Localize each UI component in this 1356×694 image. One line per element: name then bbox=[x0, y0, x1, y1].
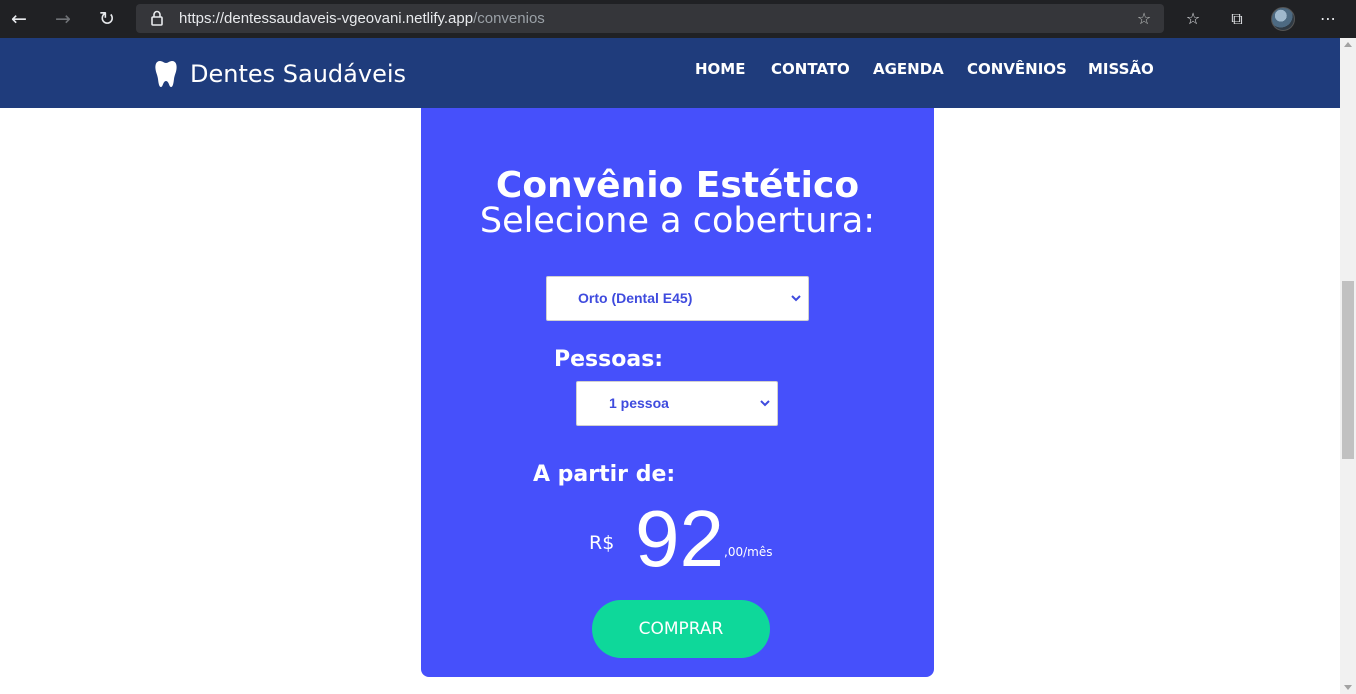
chevron-down-icon bbox=[791, 295, 801, 302]
scroll-up-icon[interactable] bbox=[1344, 42, 1352, 47]
chevron-down-icon bbox=[760, 400, 770, 407]
people-label: Pessoas: bbox=[554, 347, 664, 372]
lock-icon[interactable] bbox=[148, 9, 166, 27]
favorites-icon[interactable]: ☆ bbox=[1181, 7, 1205, 31]
url-text[interactable]: https://dentessaudaveis-vgeovani.netlify… bbox=[179, 10, 545, 27]
nav-convenios[interactable]: CONVÊNIOS bbox=[967, 60, 1067, 78]
coverage-select-value: Orto (Dental E45) bbox=[578, 290, 693, 306]
buy-button[interactable]: COMPRAR bbox=[592, 600, 770, 658]
forward-icon[interactable]: → bbox=[50, 6, 76, 32]
price-cents: ,00/mês bbox=[724, 545, 773, 559]
reload-icon[interactable]: ↻ bbox=[94, 6, 120, 32]
brand-name: Dentes Saudáveis bbox=[190, 60, 406, 88]
url-host: https://dentessaudaveis-vgeovani.netlify… bbox=[179, 10, 474, 27]
plan-subtitle: Selecione a cobertura: bbox=[479, 201, 876, 241]
site-navbar: Dentes Saudáveis HOME CONTATO AGENDA CON… bbox=[0, 38, 1340, 108]
price-currency: R$ bbox=[589, 532, 615, 554]
scrollbar-thumb[interactable] bbox=[1342, 281, 1354, 459]
tooth-icon bbox=[155, 61, 177, 87]
browser-toolbar: ← → ↻ https://dentessaudaveis-vgeovani.n… bbox=[0, 0, 1356, 38]
from-label: A partir de: bbox=[533, 462, 676, 487]
back-icon[interactable]: ← bbox=[6, 6, 32, 32]
collections-icon[interactable]: ⧉ bbox=[1225, 7, 1249, 31]
nav-missao[interactable]: MISSÃO bbox=[1088, 60, 1154, 78]
address-bar[interactable]: https://dentessaudaveis-vgeovani.netlify… bbox=[136, 4, 1164, 33]
people-select[interactable]: 1 pessoa bbox=[576, 381, 778, 426]
scroll-down-icon[interactable] bbox=[1344, 685, 1352, 690]
brand-logo[interactable]: Dentes Saudáveis bbox=[154, 59, 406, 89]
nav-agenda[interactable]: AGENDA bbox=[873, 60, 944, 78]
nav-home[interactable]: HOME bbox=[695, 60, 745, 78]
more-icon[interactable]: ⋯ bbox=[1316, 7, 1340, 31]
page-scrollbar[interactable] bbox=[1340, 38, 1356, 694]
nav-contato[interactable]: CONTATO bbox=[771, 60, 850, 78]
plan-card: Convênio Estético Selecione a cobertura:… bbox=[421, 108, 934, 677]
coverage-select[interactable]: Orto (Dental E45) bbox=[546, 276, 809, 321]
profile-avatar[interactable] bbox=[1271, 7, 1295, 31]
favorite-add-icon[interactable]: ☆ bbox=[1134, 9, 1154, 29]
people-select-value: 1 pessoa bbox=[609, 395, 669, 411]
url-path: /convenios bbox=[473, 10, 545, 27]
price-amount: 92 bbox=[635, 494, 724, 583]
